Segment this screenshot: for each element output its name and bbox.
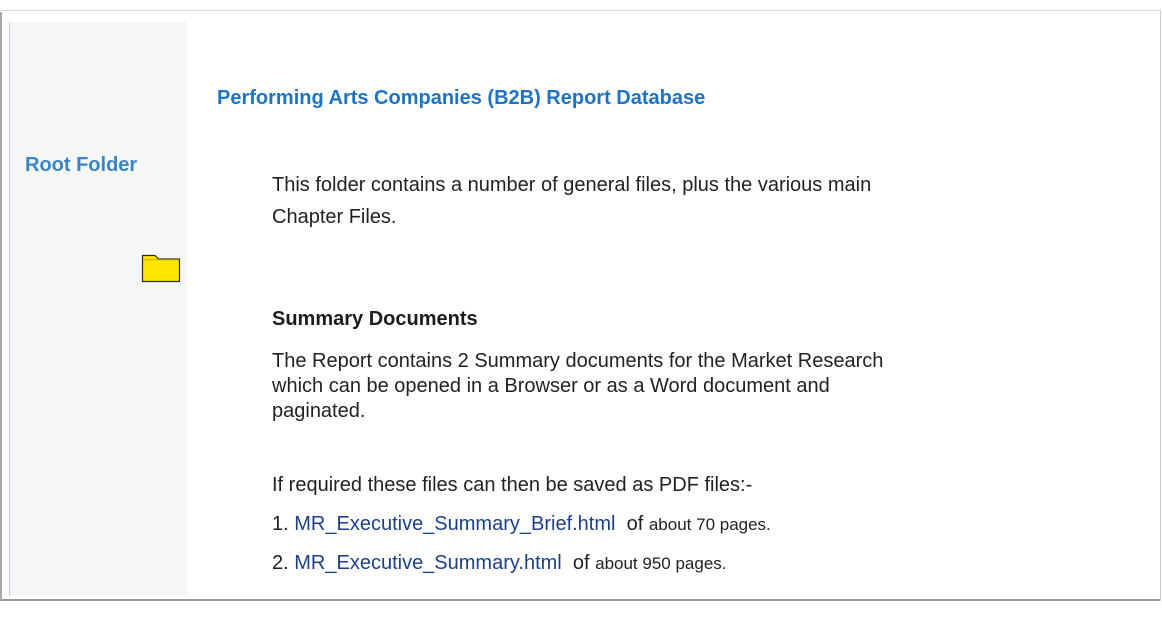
page-title: Performing Arts Companies (B2B) Report D… bbox=[217, 87, 706, 109]
list-item: 1. MR_Executive_Summary_Brief.html of ab… bbox=[272, 513, 771, 536]
top-border bbox=[0, 10, 1160, 11]
left-border bbox=[0, 12, 2, 600]
list-of: of bbox=[572, 552, 590, 574]
list-item: 2. MR_Executive_Summary.html of about 95… bbox=[272, 552, 727, 575]
list-number: 1. bbox=[272, 513, 289, 535]
pdf-note: If required these files can then be save… bbox=[272, 474, 753, 496]
root-folder-label: Root Folder bbox=[25, 154, 138, 176]
list-number: 2. bbox=[272, 552, 289, 574]
sidebar bbox=[10, 22, 187, 596]
summary-description: The Report contains 2 Summary documents … bbox=[272, 350, 884, 422]
right-border bbox=[1160, 10, 1161, 601]
list-of: of bbox=[626, 513, 644, 535]
list-pages: about 950 pages. bbox=[595, 554, 727, 573]
executive-summary-link[interactable]: MR_Executive_Summary.html bbox=[294, 552, 561, 574]
intro-text: This folder contains a number of general… bbox=[272, 174, 872, 228]
folder-icon[interactable] bbox=[141, 250, 181, 284]
summary-heading: Summary Documents bbox=[272, 308, 478, 330]
list-pages: about 70 pages. bbox=[648, 515, 771, 534]
bottom-border bbox=[0, 599, 1160, 601]
page-frame: Root Folder Performing Arts Companies (B… bbox=[0, 0, 1162, 618]
executive-summary-brief-link[interactable]: MR_Executive_Summary_Brief.html bbox=[294, 513, 615, 535]
